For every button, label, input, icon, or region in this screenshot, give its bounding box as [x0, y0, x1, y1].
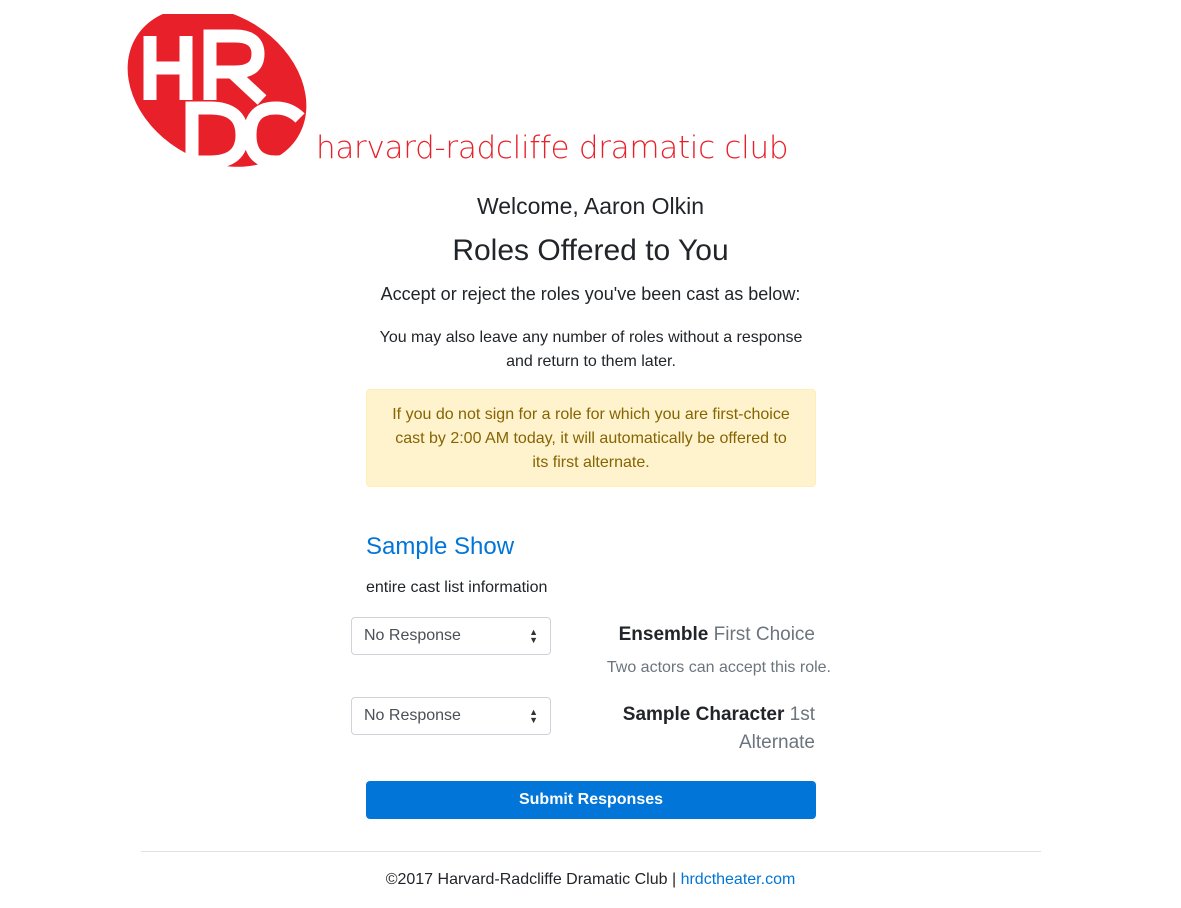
role-response-select-sample-character[interactable]: No Response ▲ ▼	[351, 697, 551, 735]
role-name: Ensemble	[618, 624, 709, 645]
select-arrows-icon: ▲ ▼	[529, 707, 538, 725]
role-name: Sample Character	[622, 704, 785, 725]
instructions-text: Accept or reject the roles you've been c…	[380, 284, 801, 304]
footer: ©2017 Harvard-Radcliffe Dramatic Club | …	[0, 871, 1181, 889]
footer-website-link[interactable]: hrdctheater.com	[681, 871, 796, 888]
deadline-alert: If you do not sign for a role for which …	[366, 389, 816, 487]
cast-info-link[interactable]: entire cast list information	[366, 579, 547, 597]
footer-separator: |	[667, 871, 681, 888]
club-name: harvard-radcliffe dramatic club	[316, 130, 789, 166]
role-response-select-ensemble[interactable]: No Response ▲ ▼	[351, 617, 551, 655]
note-text: You may also leave any number of roles w…	[379, 329, 803, 370]
footer-divider	[141, 851, 1041, 852]
show-title-link[interactable]: Sample Show	[366, 533, 514, 561]
select-value: No Response	[364, 707, 461, 724]
role-note: Two actors can accept this role.	[606, 659, 831, 676]
page-title: Roles Offered to You	[452, 234, 729, 267]
role-ensemble: Ensemble First Choice	[575, 621, 815, 649]
hrdc-logo-mark	[127, 14, 307, 169]
role-choice: First Choice	[713, 624, 815, 645]
role-sample-character: Sample Character 1st Alternate	[575, 701, 815, 757]
page: harvard-radcliffe dramatic club Welcome,…	[0, 0, 1181, 908]
footer-copyright: ©2017 Harvard-Radcliffe Dramatic Club	[385, 871, 668, 888]
select-arrows-icon: ▲ ▼	[529, 627, 538, 645]
deadline-alert-text: If you do not sign for a role for which …	[392, 406, 790, 471]
welcome-heading: Welcome, Aaron Olkin	[476, 193, 705, 219]
select-value: No Response	[364, 627, 461, 644]
submit-responses-button[interactable]: Submit Responses	[366, 781, 816, 819]
